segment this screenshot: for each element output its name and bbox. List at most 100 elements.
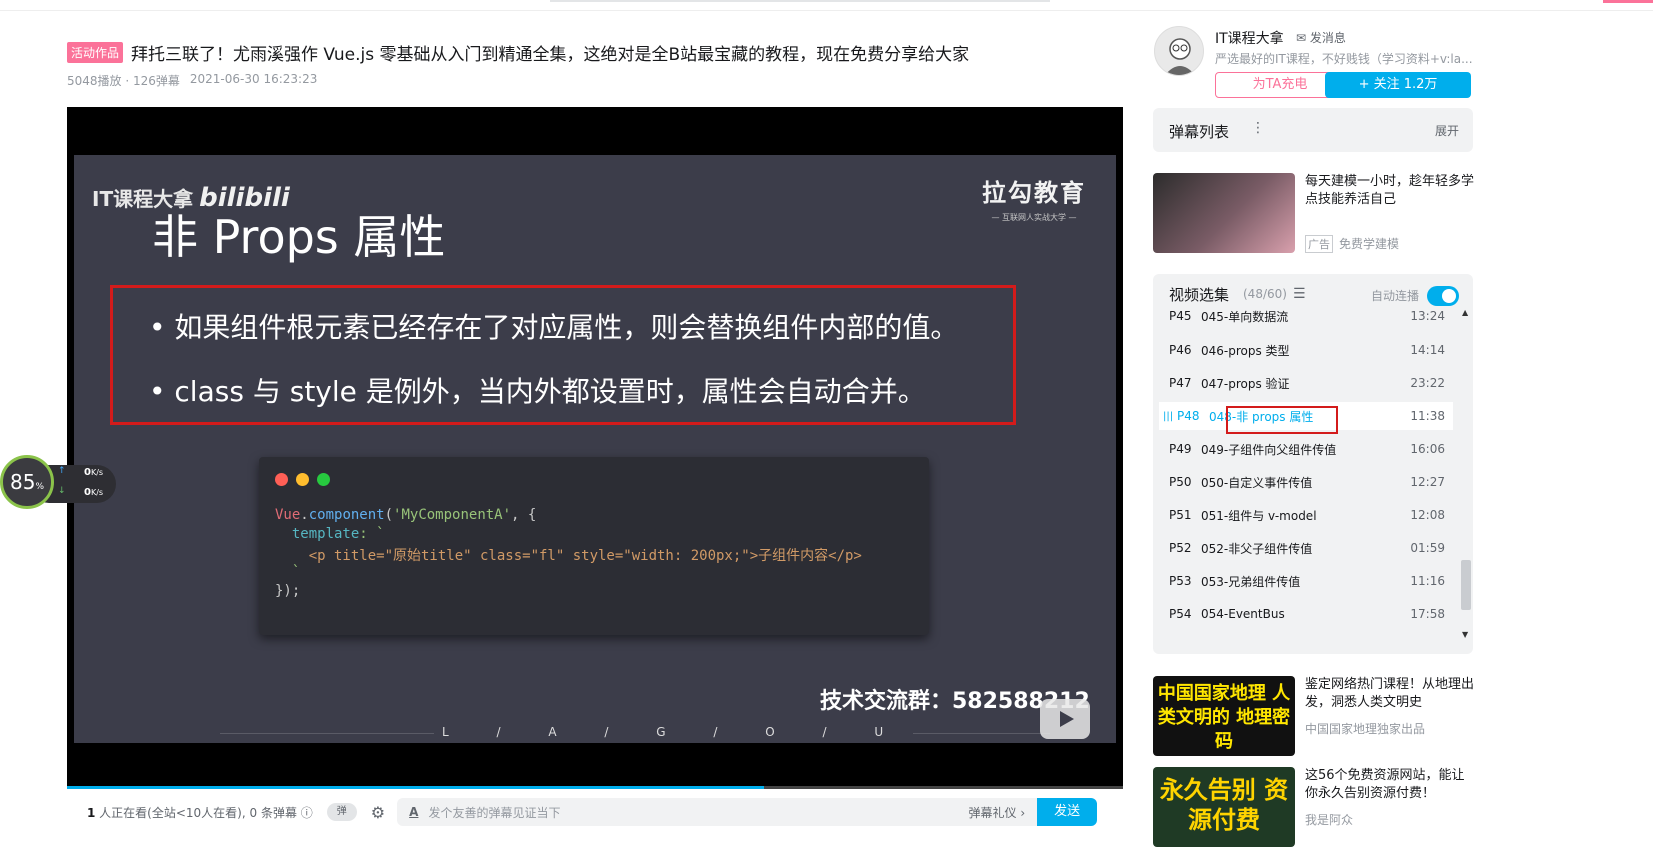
video-title: 拜托三联了！尤雨溪强作 Vue.js 零基础从入门到精通全集，这绝对是全B站最宝… [131,45,970,65]
follow-button[interactable]: + 关注 1.2万 [1325,72,1471,98]
avatar[interactable] [1154,26,1204,76]
font-style-icon[interactable]: A [409,805,418,819]
list-item[interactable]: P47 047-props 验证 23:22 [1159,369,1453,397]
uploader-name[interactable]: IT课程大拿 [1215,28,1284,48]
episode-number: P48 [1177,409,1200,423]
episode-name: 054-EventBus [1201,607,1285,621]
play-triangle-icon [1060,711,1074,727]
scroll-down-icon[interactable]: ▼ [1462,630,1468,639]
code-line-3: <p title="原始title" class="fl" style="wid… [275,548,862,564]
recommend-title[interactable]: 鉴定网络热门课程！从地理出发，洞悉人类文明史 [1305,676,1475,712]
episode-duration: 12:08 [1410,508,1445,522]
bullet-1: • 如果组件根元素已经存在了对应属性，则会替换组件内部的值。 [149,311,959,344]
code-token: : ` [359,526,385,542]
episode-name: 046-props 类型 [1201,343,1290,358]
progress-bar[interactable] [67,786,1123,789]
episode-number: P47 [1169,376,1192,390]
episode-duration: 13:24 [1410,310,1445,323]
ad-card[interactable]: 每天建模一小时，趁年轻多学点技能养活自己 广告 免费学建模 [1153,173,1475,253]
episode-number: P46 [1169,343,1192,357]
danmu-settings-icon[interactable]: ⚙ [371,803,385,822]
mail-icon: ✉ [1296,31,1307,45]
episode-name: 047-props 验证 [1201,376,1290,391]
episode-name: 045-单向数据流 [1201,310,1289,324]
episode-number: P52 [1169,541,1192,555]
lagou-letters: L / A / G / O / U [434,725,914,739]
ad-author[interactable]: 免费学建模 [1339,235,1399,252]
video-player[interactable]: IT课程大拿 bilibili 拉勾教育 — 互联网人实战大学 — 非 Props… [67,107,1123,789]
episode-duration: 11:38 [1410,409,1445,423]
code-line-4: ` [275,564,301,580]
episode-scrollbar[interactable]: ▲ ▼ [1461,308,1471,644]
recommend-thumbnail[interactable]: 永久告别 资源付费 [1153,767,1295,847]
list-item[interactable]: P50 050-自定义事件传值 12:27 [1159,468,1453,496]
slide-title: 非 Props 属性 [152,210,446,264]
episode-number: P50 [1169,475,1192,489]
help-icon[interactable]: ⓘ [301,806,313,820]
activity-tag[interactable]: 活动作品 [67,42,124,63]
publish-date: 2021-06-30 16:23:23 [189,72,318,86]
recommend-title[interactable]: 这56个免费资源网站，能让你永久告别资源付费！ [1305,767,1475,803]
episode-duration: 14:14 [1410,343,1445,357]
avatar-image [1165,38,1195,75]
speed-percent: 85% [0,455,54,509]
danmu-input[interactable]: A 发个友善的弹幕见证当下 弹幕礼仪 › [397,798,1038,826]
list-item[interactable]: P54 054-EventBus 17:58 [1159,600,1453,628]
progress-fill [67,786,764,789]
speed-unit: K/s [90,488,104,497]
red-highlight-box [1226,406,1338,434]
list-item[interactable]: P52 052-非父子组件传值 01:59 [1159,534,1453,562]
viewer-text: 人正在看(全站<10人在看), 0 条弹幕 [95,805,297,820]
send-button[interactable]: 发送 [1037,798,1098,826]
code-token: template [275,526,360,542]
recommend-author[interactable]: 我是阿众 [1305,811,1353,828]
recommend-thumbnail[interactable]: 中国国家地理 人类文明的 地理密码 [1153,676,1295,756]
danmu-toggle[interactable]: 弹 [326,803,357,821]
speed-percent-unit: % [35,482,44,492]
list-item[interactable]: P49 049-子组件向父组件传值 16:06 [1159,435,1453,463]
recommend-author[interactable]: 中国国家地理独家出品 [1305,720,1425,737]
brand-name: 拉勾教育 [982,179,1086,207]
network-speed-widget[interactable]: 85% ↑ ↓ 0K/s 0K/s [0,455,116,511]
episode-name: 051-组件与 v-model [1201,508,1317,523]
episode-duration: 11:16 [1410,574,1445,588]
slide-frame: IT课程大拿 bilibili 拉勾教育 — 互联网人实战大学 — 非 Props… [74,155,1116,743]
danmu-list-panel[interactable]: 弹幕列表 ⋮ 展开 [1153,108,1473,152]
search-bar[interactable] [550,0,1050,2]
episode-duration: 17:58 [1410,607,1445,621]
uploader-desc: 严选最好的IT课程，不好贱钱（学习资料+v:la... [1215,52,1473,66]
play-count: 5048播放 · 126弹幕 [67,74,180,88]
message-label: 发消息 [1309,31,1346,45]
autoplay-toggle[interactable] [1427,286,1459,306]
autoplay-label: 自动连播 [1371,289,1420,303]
upload-button[interactable] [1603,0,1653,3]
episode-number: P49 [1169,442,1192,456]
list-item[interactable]: P53 053-兄弟组件传值 11:16 [1159,567,1453,595]
code-token: component [308,507,385,523]
list-item[interactable]: P45 045-单向数据流 13:24 [1159,310,1453,330]
more-options-icon[interactable]: ⋮ [1251,120,1265,136]
playing-icon: ||| [1163,410,1174,422]
video-meta: 5048播放 · 126弹幕 2021-06-30 16:23:23 [67,72,317,89]
code-token: 'MyComponentA' [393,507,512,523]
code-token: . [300,507,309,523]
list-item[interactable]: P51 051-组件与 v-model 12:08 [1159,501,1453,529]
scroll-thumb[interactable] [1461,560,1471,610]
episode-list: P45 045-单向数据流 13:24 P46 046-props 类型 14:14 P… [1153,310,1458,654]
message-link[interactable]: ✉ 发消息 [1296,29,1346,46]
danmu-etiquette-link[interactable]: 弹幕礼仪 › [969,804,1026,821]
recommend-card[interactable]: 永久告别 资源付费 这56个免费资源网站，能让你永久告别资源付费！ 我是阿众 [1153,767,1473,847]
expand-button[interactable]: 展开 [1435,122,1459,139]
code-token: Vue [275,507,301,523]
ad-thumbnail[interactable] [1153,173,1295,253]
viewer-info: 1 人正在看(全站<10人在看), 0 条弹幕 ⓘ [87,804,313,821]
speed-unit: K/s [90,468,104,477]
list-item[interactable]: P46 046-props 类型 14:14 [1159,336,1453,364]
episode-name: 052-非父子组件传值 [1201,541,1313,556]
ad-title[interactable]: 每天建模一小时，趁年轻多学点技能养活自己 [1305,173,1475,209]
list-view-icon[interactable]: ☰ [1293,286,1306,302]
download-arrow-icon: ↓ [58,486,66,496]
scroll-up-icon[interactable]: ▲ [1462,308,1468,317]
recommend-card[interactable]: 中国国家地理 人类文明的 地理密码 鉴定网络热门课程！从地理出发，洞悉人类文明史… [1153,676,1475,756]
maximize-dot-icon [317,473,330,486]
